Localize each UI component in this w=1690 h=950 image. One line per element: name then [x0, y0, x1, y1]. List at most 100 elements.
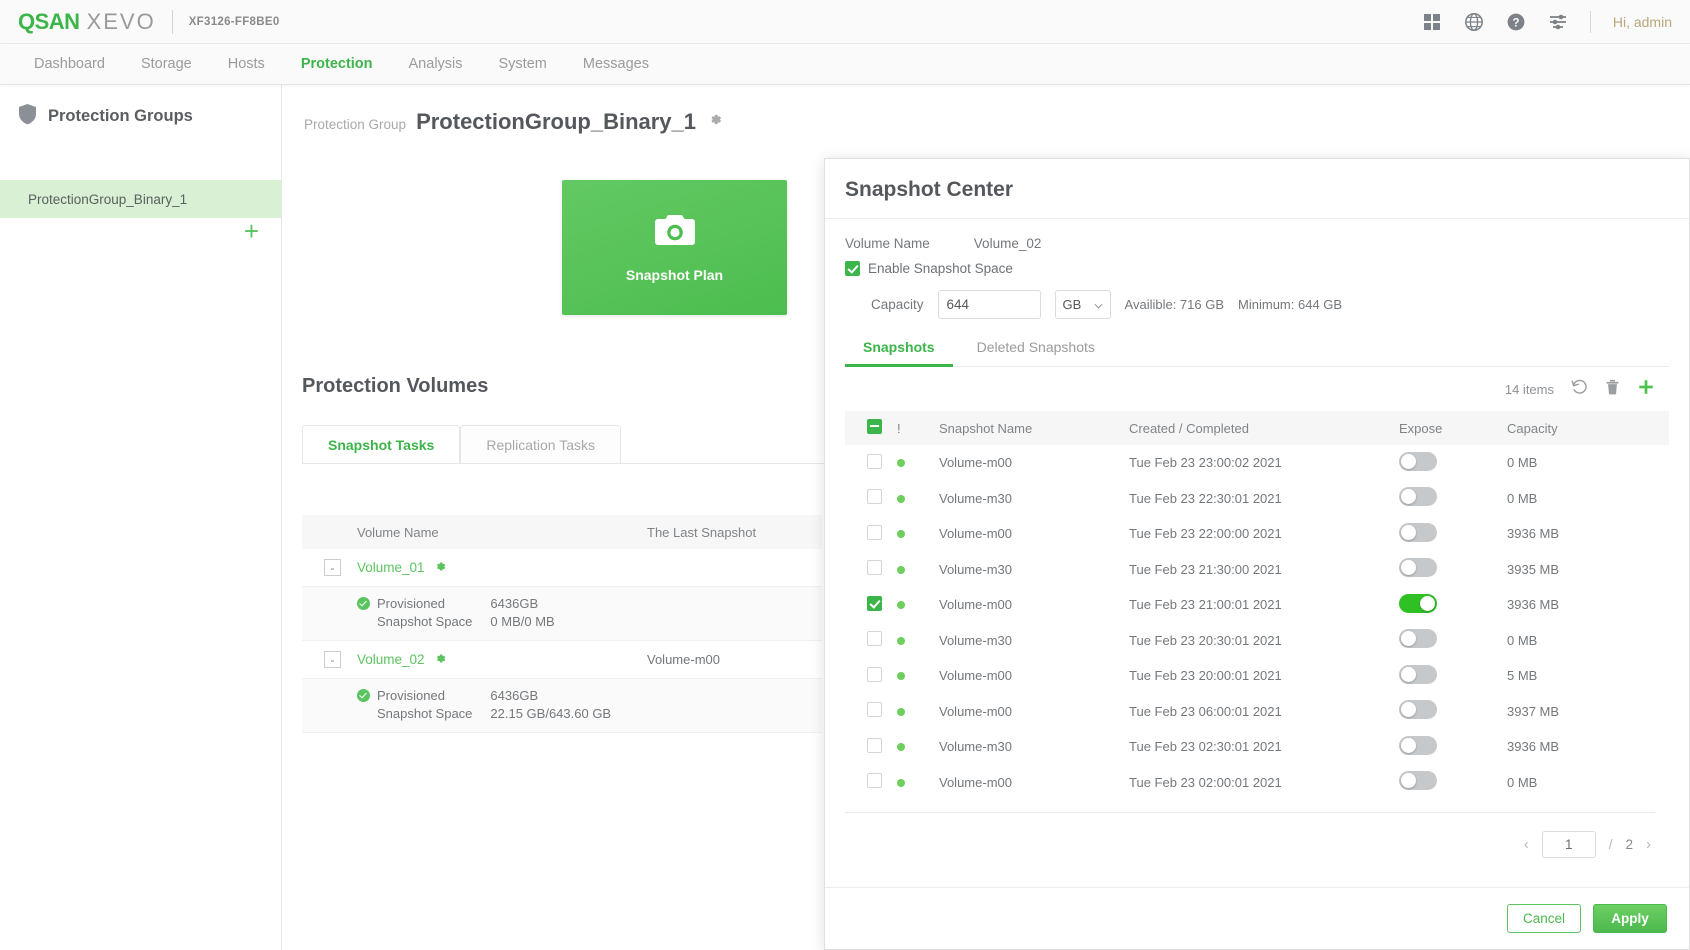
capacity-input[interactable]	[937, 290, 1041, 319]
rollback-icon[interactable]	[1570, 378, 1588, 401]
prev-page-button[interactable]: ‹	[1524, 836, 1529, 853]
sidebar: Protection Groups + ProtectionGroup_Bina…	[0, 85, 282, 950]
tab-snapshots[interactable]: Snapshots	[845, 339, 953, 367]
cell-expose	[1399, 481, 1507, 517]
row-checkbox[interactable]	[867, 737, 882, 753]
cell-snapshot-name: Volume-m00	[939, 597, 1012, 613]
capacity-row: Capacity GB Availible: 716 GB Minimum: 6…	[871, 290, 1669, 319]
table-header-row: Volume Name The Last Snapshot	[302, 515, 822, 549]
row-checkbox[interactable]	[867, 524, 882, 540]
expose-toggle[interactable]	[1399, 487, 1437, 507]
row-checkbox[interactable]	[867, 595, 882, 611]
expose-toggle[interactable]	[1399, 629, 1437, 649]
sidebar-title: Protection Groups	[48, 107, 193, 125]
chevron-down-icon	[1094, 297, 1103, 312]
table-row[interactable]: Volume-m00 Tue Feb 23 22:00:00 2021 3936…	[845, 516, 1669, 552]
snapshot-plan-card[interactable]: Snapshot Plan	[562, 180, 787, 315]
table-row[interactable]: Volume-m00 Tue Feb 23 06:00:01 2021 3937…	[845, 694, 1669, 730]
help-icon[interactable]: ?	[1506, 12, 1526, 32]
row-checkbox[interactable]	[867, 560, 882, 576]
expose-toggle[interactable]	[1399, 700, 1437, 720]
cell-expose	[1399, 623, 1507, 659]
snapshot-toolbar: 14 items	[845, 367, 1669, 411]
cell-created: Tue Feb 23 06:00:01 2021	[1129, 703, 1282, 719]
cell-capacity: 0 MB	[1507, 774, 1538, 790]
current-page-input[interactable]: 1	[1541, 831, 1596, 858]
table-row[interactable]: Volume-m00 Tue Feb 23 21:00:01 2021 3936…	[845, 587, 1669, 623]
provisioned-label: Provisioned	[377, 596, 445, 611]
next-page-button[interactable]: ›	[1646, 836, 1651, 853]
row-checkbox[interactable]	[867, 489, 882, 505]
capacity-label: Capacity	[871, 297, 924, 312]
tab-replication-tasks[interactable]: Replication Tasks	[460, 425, 622, 463]
tab-snapshot-tasks[interactable]: Snapshot Tasks	[302, 425, 461, 463]
add-icon[interactable]	[1637, 378, 1655, 401]
volume-name-link[interactable]: Volume_01	[357, 560, 647, 576]
globe-icon[interactable]	[1464, 12, 1484, 32]
sidebar-item-protectiongroup-binary-1[interactable]: ProtectionGroup_Binary_1	[0, 180, 281, 218]
device-model-label: XF3126-FF8BE0	[188, 15, 280, 28]
expose-toggle[interactable]	[1399, 522, 1437, 542]
nav-item-protection[interactable]: Protection	[283, 44, 391, 85]
enable-snapshot-space-checkbox[interactable]	[845, 261, 860, 276]
top-actions-divider	[1589, 10, 1591, 33]
delete-icon[interactable]	[1604, 378, 1621, 401]
collapse-icon[interactable]: -	[324, 651, 341, 668]
expose-toggle[interactable]	[1399, 664, 1437, 684]
table-row[interactable]: Volume-m30 Tue Feb 23 20:30:01 2021 0 MB	[845, 623, 1669, 659]
table-row[interactable]: Volume-m30 Tue Feb 23 02:30:01 2021 3936…	[845, 729, 1669, 765]
gear-icon[interactable]	[708, 112, 723, 132]
row-checkbox[interactable]	[867, 773, 882, 789]
collapse-icon[interactable]: -	[324, 559, 341, 576]
cell-expose	[1399, 445, 1507, 481]
row-checkbox[interactable]	[867, 631, 882, 647]
expose-toggle[interactable]	[1399, 735, 1437, 755]
capacity-unit-select[interactable]: GB	[1054, 290, 1111, 319]
grid-icon[interactable]	[1422, 12, 1442, 32]
settings-sliders-icon[interactable]	[1548, 12, 1568, 32]
column-header-snapshot-name: Snapshot Name	[939, 411, 1129, 445]
volume-name-text: Volume_01	[357, 560, 425, 575]
table-row[interactable]: - Volume_02 Volume-m00	[302, 641, 822, 679]
volume-name-label: Volume Name	[845, 236, 930, 251]
row-checkbox[interactable]	[867, 702, 882, 718]
nav-item-messages[interactable]: Messages	[565, 44, 667, 85]
enable-snapshot-space-row[interactable]: Enable Snapshot Space	[845, 261, 1669, 276]
add-protection-group-button[interactable]: +	[244, 218, 259, 244]
expose-toggle[interactable]	[1399, 593, 1437, 613]
tab-deleted-snapshots[interactable]: Deleted Snapshots	[959, 339, 1113, 366]
expose-toggle[interactable]	[1399, 771, 1437, 791]
apply-button[interactable]: Apply	[1593, 904, 1667, 933]
status-dot-icon	[897, 707, 905, 716]
cell-checkbox	[845, 516, 897, 552]
nav-item-system[interactable]: System	[481, 44, 565, 85]
cell-volume-name: Volume_02	[357, 652, 647, 668]
table-row[interactable]: - Volume_01	[302, 549, 822, 587]
nav-item-analysis[interactable]: Analysis	[391, 44, 481, 85]
gear-icon[interactable]	[434, 560, 447, 576]
expose-toggle[interactable]	[1399, 451, 1437, 471]
select-all-checkbox[interactable]	[867, 419, 882, 434]
table-row[interactable]: Volume-m30 Tue Feb 23 22:30:01 2021 0 MB	[845, 481, 1669, 517]
cell-checkbox	[845, 587, 897, 623]
status-dot-icon	[897, 530, 905, 539]
cell-capacity: 0 MB	[1507, 455, 1538, 471]
cancel-button[interactable]: Cancel	[1507, 904, 1581, 933]
cell-created: Tue Feb 23 23:00:02 2021	[1129, 455, 1282, 471]
table-row[interactable]: Volume-m00 Tue Feb 23 02:00:01 2021 0 MB	[845, 765, 1669, 801]
row-checkbox[interactable]	[867, 666, 882, 682]
cell-status	[897, 694, 939, 730]
gear-icon[interactable]	[434, 652, 447, 668]
nav-item-storage[interactable]: Storage	[123, 44, 210, 85]
user-greeting[interactable]: Hi, admin	[1613, 14, 1672, 30]
cell-expose	[1399, 729, 1507, 765]
row-checkbox[interactable]	[867, 453, 882, 469]
expose-toggle[interactable]	[1399, 558, 1437, 578]
top-bar: QSAN XEVO XF3126-FF8BE0 ? Hi, admin	[0, 0, 1690, 44]
table-row[interactable]: Volume-m30 Tue Feb 23 21:30:00 2021 3935…	[845, 552, 1669, 588]
nav-item-dashboard[interactable]: Dashboard	[16, 44, 123, 85]
table-row[interactable]: Volume-m00 Tue Feb 23 20:00:01 2021 5 MB	[845, 658, 1669, 694]
volume-name-link[interactable]: Volume_02	[357, 652, 647, 668]
table-row[interactable]: Volume-m00 Tue Feb 23 23:00:02 2021 0 MB	[845, 445, 1669, 481]
nav-item-hosts[interactable]: Hosts	[210, 44, 283, 85]
